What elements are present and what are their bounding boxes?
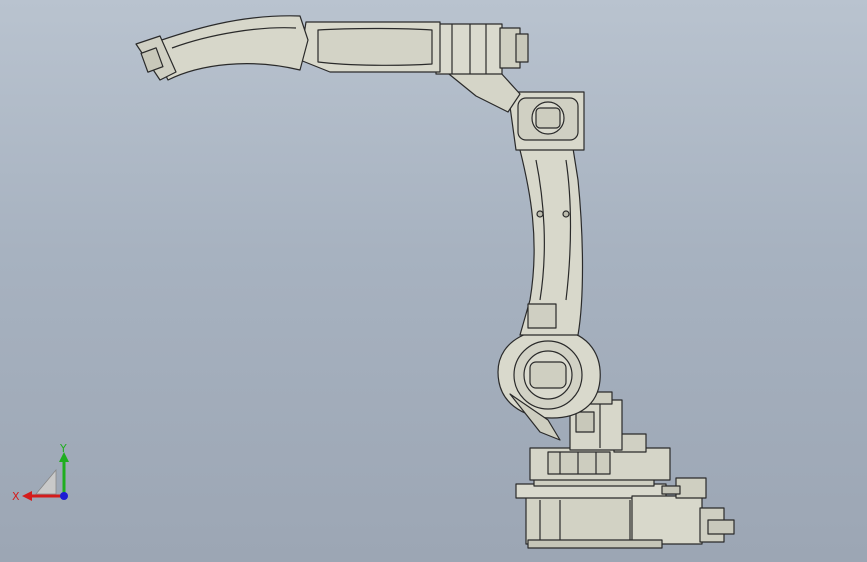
forearm[interactable] <box>299 21 441 73</box>
robot-base[interactable] <box>515 477 735 549</box>
triad-plane-icon <box>35 468 57 495</box>
graphics-viewport[interactable]: Y X <box>0 0 867 562</box>
z-axis-dot-icon <box>60 492 68 500</box>
lower-arm[interactable] <box>519 141 584 336</box>
robot-arm-model[interactable] <box>0 0 867 562</box>
coordinate-triad: Y X <box>12 442 69 503</box>
upper-arm-link[interactable] <box>435 23 529 113</box>
y-axis-label: Y <box>59 442 67 455</box>
x-axis-label: X <box>12 490 20 503</box>
x-axis-arrowhead-icon <box>22 491 32 501</box>
